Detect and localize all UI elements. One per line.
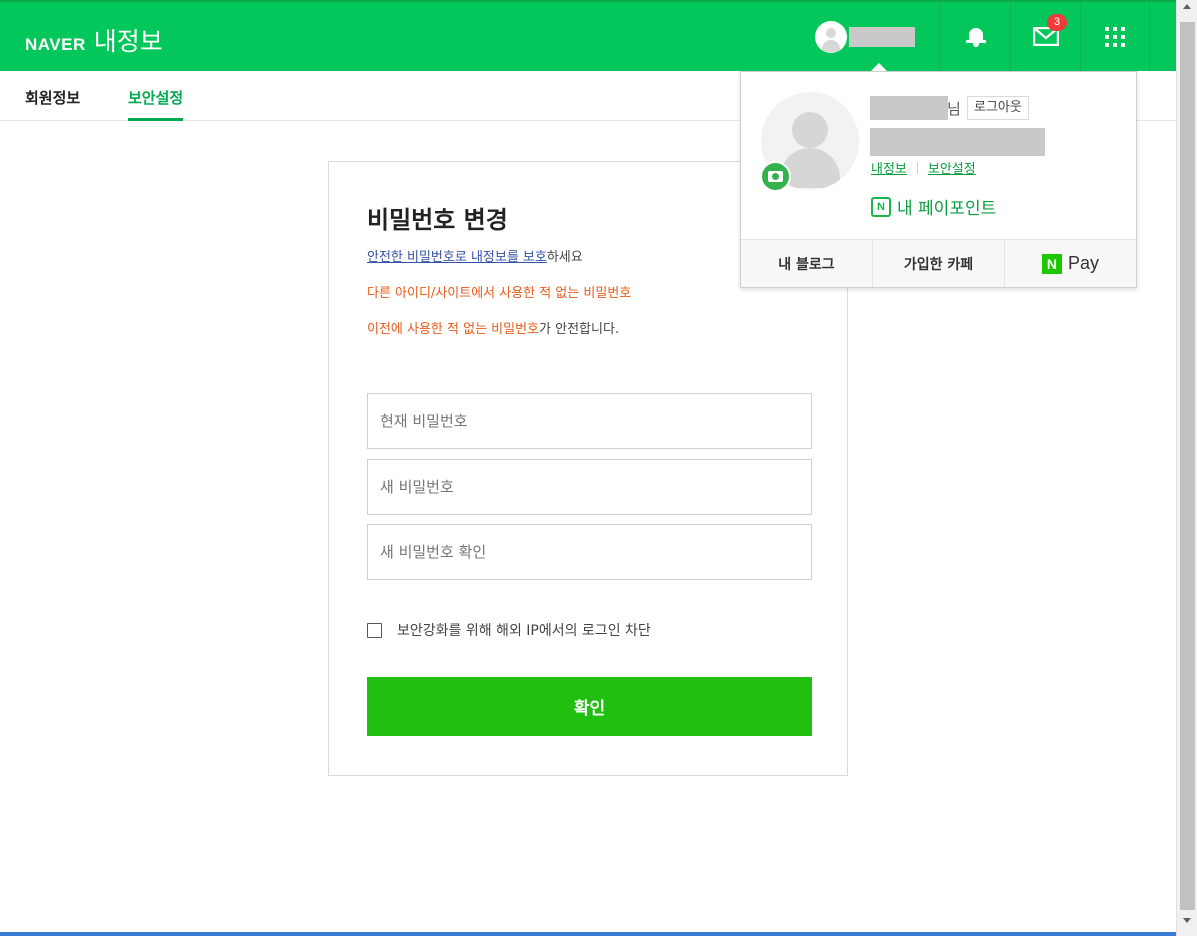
npay-button[interactable]: N Pay: [1005, 240, 1136, 287]
redacted-username: [849, 27, 915, 47]
bell-icon: [965, 27, 986, 47]
guide-line-2: 다른 아이디/사이트에서 사용한 적 없는 비밀번호: [367, 286, 632, 301]
card-title: 비밀번호 변경: [367, 206, 508, 234]
myinfo-link[interactable]: 내정보: [871, 158, 907, 177]
block-overseas-label: 보안강화를 위해 해외 IP에서의 로그인 차단: [397, 623, 651, 639]
guide-line-3: 이전에 사용한 적 없는 비밀번호가 안전합니다.: [367, 318, 619, 337]
block-overseas-option[interactable]: 보안강화를 위해 해외 IP에서의 로그인 차단: [367, 620, 651, 640]
notifications-button[interactable]: [940, 2, 1010, 71]
name-suffix: 님: [947, 100, 961, 118]
tab-security-settings[interactable]: 보안설정: [128, 87, 184, 121]
current-password-input[interactable]: [367, 393, 812, 449]
guide-line-3-highlight: 이전에 사용한 적 없는 비밀번호: [367, 322, 540, 337]
mail-count-badge: 3: [1047, 14, 1067, 31]
redacted-name: [870, 96, 948, 120]
pay-point-link[interactable]: N 내 페이포인트: [871, 194, 996, 219]
scroll-up-arrow-icon[interactable]: [1183, 4, 1191, 9]
guide-line-1: 안전한 비밀번호로 내정보를 보호하세요: [367, 246, 583, 265]
apps-grid-icon: [1105, 26, 1125, 47]
link-divider: [916, 161, 918, 174]
joined-cafe-button[interactable]: 가입한 카페: [873, 240, 1005, 287]
mail-button[interactable]: [1010, 2, 1080, 71]
guide-link[interactable]: 안전한 비밀번호로 내정보를 보호: [367, 250, 547, 265]
apps-button[interactable]: [1080, 2, 1150, 71]
user-menu-toggle[interactable]: [815, 21, 915, 53]
avatar-icon: [815, 21, 847, 53]
logout-button[interactable]: 로그아웃: [967, 96, 1029, 120]
camera-icon[interactable]: [760, 161, 791, 192]
npay-point-icon: N: [871, 196, 891, 217]
npay-label: Pay: [1067, 253, 1100, 273]
redacted-email: [870, 128, 1045, 156]
new-password-input[interactable]: [367, 459, 812, 515]
guide-line-3-rest: 가 안전합니다.: [539, 322, 620, 337]
guide-line-1-rest: 하세요: [546, 250, 583, 265]
tab-member-info[interactable]: 회원정보: [25, 87, 80, 120]
user-popup: 님 로그아웃 내정보 보안설정 N 내 페이포인트 내 블로그 가입한 카페 N…: [740, 71, 1137, 288]
block-overseas-checkbox[interactable]: [367, 622, 382, 638]
window-bottom-edge: [0, 932, 1176, 936]
scroll-down-arrow-icon[interactable]: [1183, 918, 1191, 923]
naver-logo[interactable]: NAVER 내정보: [25, 22, 163, 58]
confirm-password-input[interactable]: [367, 524, 812, 580]
scroll-thumb[interactable]: [1180, 22, 1195, 910]
top-header: NAVER 내정보: [0, 0, 1176, 71]
security-link[interactable]: 보안설정: [928, 158, 976, 177]
vertical-scrollbar[interactable]: [1176, 0, 1197, 936]
confirm-button[interactable]: 확인: [367, 677, 812, 736]
popup-links: 내정보 보안설정: [871, 158, 976, 177]
npay-icon: N: [1041, 253, 1062, 274]
my-blog-button[interactable]: 내 블로그: [741, 240, 873, 287]
page-title: 내정보: [93, 27, 163, 56]
brand-label: NAVER: [25, 35, 86, 54]
popup-caret: [871, 63, 887, 71]
popup-footer: 내 블로그 가입한 카페 N Pay: [741, 239, 1136, 287]
pay-point-label: 내 페이포인트: [897, 199, 997, 219]
